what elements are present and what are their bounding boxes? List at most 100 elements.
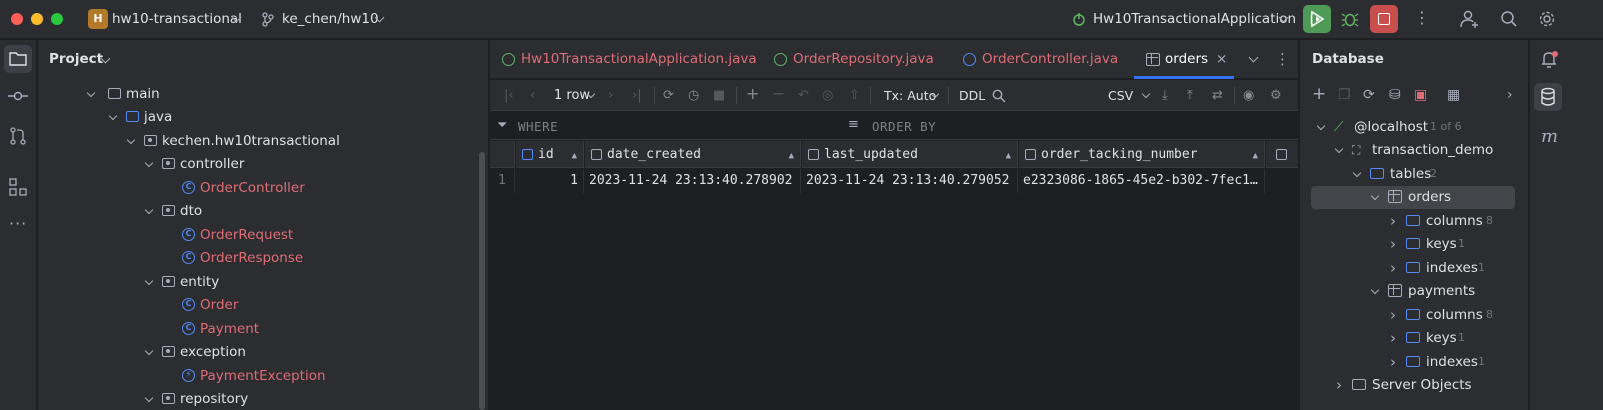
delete-row-icon[interactable]: −: [772, 86, 785, 102]
project-name-dropdown[interactable]: hw10-transactional: [112, 11, 242, 27]
branch-dropdown[interactable]: ke_chen/hw10: [282, 11, 379, 27]
column-header-last-updated[interactable]: last_updated ▲▼: [802, 141, 1018, 168]
structure-icon[interactable]: [9, 178, 27, 196]
project-panel-title[interactable]: Project: [49, 51, 103, 67]
chevron-right-icon: ›: [1390, 235, 1396, 253]
disconnect-icon[interactable]: ▣: [1414, 87, 1427, 103]
database-icon: [1541, 87, 1555, 106]
commit-icon[interactable]: [8, 88, 28, 104]
gear-icon[interactable]: [1538, 10, 1556, 28]
column-settings-button[interactable]: [1266, 141, 1298, 168]
preview-changes-icon[interactable]: ◎: [822, 88, 833, 103]
view-icon[interactable]: ◉: [1243, 88, 1254, 103]
column-header-order-tacking-number[interactable]: order_tacking_number ▲▼: [1019, 141, 1265, 168]
settings-icon[interactable]: ⚙: [1270, 88, 1282, 103]
folder-icon: [1370, 168, 1384, 179]
primary-key-column-icon: [522, 149, 533, 160]
last-page-icon[interactable]: ›|: [632, 88, 642, 103]
export-format-dropdown[interactable]: CSV: [1108, 88, 1133, 103]
submit-icon[interactable]: ⇧: [849, 88, 860, 103]
chevron-right-icon: ›: [1390, 329, 1396, 347]
chevron-down-icon: [1352, 168, 1362, 178]
package-icon: [162, 346, 175, 357]
toolbar-divider: [1234, 87, 1235, 104]
project-tool-button[interactable]: [4, 45, 32, 73]
sort-toggle-icon[interactable]: ▲▼: [1006, 143, 1011, 167]
table-icon: [1388, 284, 1402, 297]
folder-icon: [108, 88, 121, 99]
add-user-icon[interactable]: [1460, 10, 1480, 28]
table-editor-icon[interactable]: ▦: [1447, 87, 1460, 103]
run-config-dropdown[interactable]: Hw10TransactionalApplication: [1093, 11, 1296, 27]
column-header-date-created[interactable]: date_created ▲▼: [585, 141, 801, 168]
pull-requests-icon[interactable]: [9, 127, 27, 145]
history-icon[interactable]: ◷: [688, 88, 699, 103]
close-tab-icon[interactable]: ×: [1216, 40, 1227, 79]
search-icon[interactable]: [992, 89, 1006, 103]
left-tool-strip: ···: [0, 40, 37, 410]
cell-id[interactable]: 1: [516, 169, 584, 193]
more-tools-icon[interactable]: ···: [9, 214, 27, 233]
sort-toggle-icon[interactable]: ▲▼: [1253, 143, 1258, 167]
transaction-mode-dropdown[interactable]: Tx: Auto: [884, 88, 936, 103]
order-by-input[interactable]: ORDER BY: [872, 119, 936, 134]
interface-icon: [774, 53, 787, 66]
refresh-icon[interactable]: ⟳: [663, 88, 674, 103]
folder-icon: [1406, 309, 1420, 320]
package-icon: [162, 276, 175, 287]
sort-toggle-icon[interactable]: ▲▼: [572, 143, 577, 167]
chevron-right-icon: ›: [1390, 353, 1396, 371]
add-datasource-icon[interactable]: +: [1312, 84, 1326, 104]
expand-icon[interactable]: ›: [1507, 87, 1513, 103]
stop-button[interactable]: [1370, 5, 1398, 33]
revert-icon[interactable]: ↶: [798, 88, 809, 103]
search-icon[interactable]: [1500, 10, 1518, 28]
row-number: 1: [490, 169, 515, 193]
cell-order-tacking-number[interactable]: e2323086-1865-45e2-b302-7fec1…: [1019, 169, 1265, 193]
schema-icon: ⛶: [1352, 143, 1361, 157]
sort-icon: ≡: [848, 117, 859, 132]
next-page-icon[interactable]: ›: [608, 88, 613, 103]
table-icon: [1146, 53, 1160, 66]
editor-tabs: Hw10TransactionalApplication.java OrderR…: [490, 40, 1298, 79]
class-icon: C: [182, 298, 195, 311]
cell-date-created[interactable]: 2023-11-24 23:13:40.278902: [585, 169, 801, 193]
minimize-window-button[interactable]: [31, 13, 43, 25]
datasource-icon: ⟋: [1334, 119, 1344, 135]
duplicate-icon[interactable]: ❐: [1338, 87, 1351, 103]
chevron-down-icon: [126, 135, 136, 145]
compare-icon[interactable]: ⇄: [1212, 88, 1223, 103]
add-row-icon[interactable]: +: [746, 86, 759, 102]
project-scrollbar[interactable]: [479, 152, 485, 410]
where-filter-input[interactable]: WHERE: [518, 119, 558, 134]
first-page-icon[interactable]: |‹: [504, 88, 514, 103]
more-tabs-icon[interactable]: ⋮: [1275, 50, 1290, 68]
folder-icon: [1406, 262, 1420, 273]
column-header-id[interactable]: id ▲▼: [516, 141, 584, 168]
notifications-icon[interactable]: [1540, 50, 1560, 70]
cell-last-updated[interactable]: 2023-11-24 23:13:40.279052: [802, 169, 1018, 193]
maven-icon[interactable]: m: [1541, 126, 1558, 147]
chevron-right-icon: ›: [1336, 376, 1342, 394]
spring-class-icon: [502, 53, 515, 66]
previous-page-icon[interactable]: ‹: [530, 88, 535, 103]
refresh-icon[interactable]: ⟳: [1363, 87, 1375, 103]
database-tool-button[interactable]: [1534, 83, 1562, 111]
download-icon[interactable]: ⤓: [1162, 88, 1168, 103]
title-bar: H hw10-transactional ke_chen/hw10 Hw10Tr…: [0, 0, 1603, 39]
sort-toggle-icon[interactable]: ▲▼: [789, 143, 794, 167]
zoom-window-button[interactable]: [51, 13, 63, 25]
class-icon: C: [182, 228, 195, 241]
more-actions-icon[interactable]: ⋮: [1414, 9, 1430, 27]
close-window-button[interactable]: [11, 13, 23, 25]
debug-icon[interactable]: [1341, 10, 1359, 28]
run-button[interactable]: [1303, 5, 1331, 33]
cancel-query-icon[interactable]: ■: [713, 88, 725, 103]
rows-count-dropdown[interactable]: 1 row: [554, 88, 590, 103]
tabs-dropdown-icon[interactable]: [1248, 52, 1259, 63]
upload-icon[interactable]: ⤒: [1187, 88, 1193, 103]
project-badge[interactable]: H: [88, 9, 108, 29]
ddl-button[interactable]: DDL: [959, 88, 985, 103]
chevron-down-icon: [108, 111, 118, 121]
datasource-properties-icon[interactable]: ⛁: [1389, 87, 1401, 103]
